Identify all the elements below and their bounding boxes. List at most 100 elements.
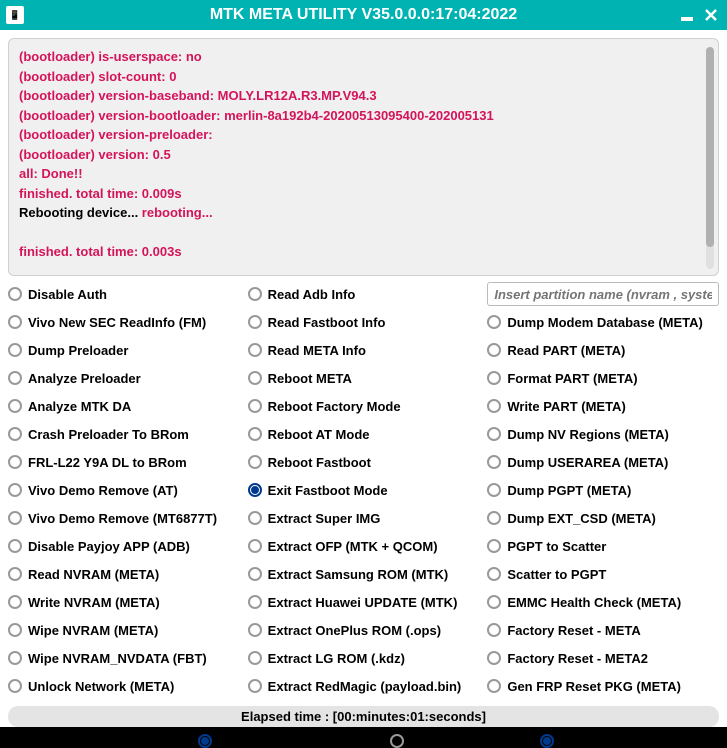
option-read-fastboot-info[interactable]: Read Fastboot Info <box>248 310 480 334</box>
option-label: Reboot Fastboot <box>268 455 371 470</box>
option-wipe-nvram-meta-[interactable]: Wipe NVRAM (META) <box>8 618 240 642</box>
radio-icon <box>487 427 501 441</box>
option-label: Wipe NVRAM_NVDATA (FBT) <box>28 651 207 666</box>
log-scroll-thumb[interactable] <box>706 47 714 247</box>
radio-icon <box>8 539 22 553</box>
radio-icon <box>8 427 22 441</box>
option-label: Dump PGPT (META) <box>507 483 631 498</box>
radio-icon <box>8 595 22 609</box>
about-button[interactable]: About <box>59 733 97 748</box>
option-label: Dump EXT_CSD (META) <box>507 511 656 526</box>
option-extract-samsung-rom-mtk-[interactable]: Extract Samsung ROM (MTK) <box>248 562 480 586</box>
option-extract-oneplus-rom-ops-[interactable]: Extract OnePlus ROM (.ops) <box>248 618 480 642</box>
titlebar: 📱 MTK META UTILITY V35.0.0.0:17:04:2022 <box>0 0 727 30</box>
option-analyze-mtk-da[interactable]: Analyze MTK DA <box>8 394 240 418</box>
option-extract-ofp-mtk-qcom-[interactable]: Extract OFP (MTK + QCOM) <box>248 534 480 558</box>
radio-icon <box>487 651 501 665</box>
radio-icon <box>248 287 262 301</box>
meta-api-radio <box>540 734 554 748</box>
radio-icon <box>8 623 22 637</box>
log-final: finished. total time: 0.003s <box>19 242 708 262</box>
option-label: Read Adb Info <box>268 287 356 302</box>
option-label: Read META Info <box>268 343 366 358</box>
option-scatter-to-pgpt[interactable]: Scatter to PGPT <box>487 562 719 586</box>
option-label: Reboot AT Mode <box>268 427 370 442</box>
option-reboot-factory-mode[interactable]: Reboot Factory Mode <box>248 394 480 418</box>
close-button[interactable] <box>701 6 721 24</box>
option-dump-pgpt-meta-[interactable]: Dump PGPT (META) <box>487 478 719 502</box>
option-label: Extract OnePlus ROM (.ops) <box>268 623 441 638</box>
radio-icon <box>487 623 501 637</box>
option-unlock-network-meta-[interactable]: Unlock Network (META) <box>8 674 240 698</box>
radio-icon <box>487 539 501 553</box>
option-label: Analyze Preloader <box>28 371 141 386</box>
option-read-part-meta-[interactable]: Read PART (META) <box>487 338 719 362</box>
option-factory-reset-meta[interactable]: Factory Reset - META <box>487 618 719 642</box>
screenshot-button[interactable]: Screenshot <box>198 733 289 748</box>
window-body: (bootloader) is-userspace: no(bootloader… <box>0 30 727 727</box>
option-dump-preloader[interactable]: Dump Preloader <box>8 338 240 362</box>
options-col-2: Read Adb Info Read Fastboot Info Read META… <box>248 282 480 698</box>
option-reboot-fastboot[interactable]: Reboot Fastboot <box>248 450 480 474</box>
minimize-button[interactable] <box>677 6 697 24</box>
option-extract-super-img[interactable]: Extract Super IMG <box>248 506 480 530</box>
option-write-nvram-meta-[interactable]: Write NVRAM (META) <box>8 590 240 614</box>
option-read-adb-info[interactable]: Read Adb Info <box>248 282 480 306</box>
option-crash-preloader-to-brom[interactable]: Crash Preloader To BRom <box>8 422 240 446</box>
option-label: Reboot Factory Mode <box>268 399 401 414</box>
log-line: finished. total time: 0.009s <box>19 184 708 204</box>
partition-input[interactable] <box>487 282 719 306</box>
option-analyze-preloader[interactable]: Analyze Preloader <box>8 366 240 390</box>
option-write-part-meta-[interactable]: Write PART (META) <box>487 394 719 418</box>
elapsed-time-bar: Elapsed time : [00:minutes:01:seconds] <box>8 706 719 727</box>
option-label: PGPT to Scatter <box>507 539 606 554</box>
radio-icon <box>487 483 501 497</box>
option-gen-frp-reset-pkg-meta-[interactable]: Gen FRP Reset PKG (META) <box>487 674 719 698</box>
radio-icon <box>487 679 501 693</box>
option-dump-ext-csd-meta-[interactable]: Dump EXT_CSD (META) <box>487 506 719 530</box>
option-vivo-new-sec-readinfo-fm-[interactable]: Vivo New SEC ReadInfo (FM) <box>8 310 240 334</box>
radio-icon <box>487 343 501 357</box>
option-disable-auth[interactable]: Disable Auth <box>8 282 240 306</box>
log-reboot-suffix: rebooting... <box>142 205 213 220</box>
radio-icon <box>248 511 262 525</box>
option-dump-userarea-meta-[interactable]: Dump USERAREA (META) <box>487 450 719 474</box>
stop-button[interactable]: Stop <box>390 733 439 748</box>
option-reboot-meta[interactable]: Reboot META <box>248 366 480 390</box>
meta-api-button[interactable]: Use META SP API <box>540 733 668 748</box>
stop-radio <box>390 734 404 748</box>
option-format-part-meta-[interactable]: Format PART (META) <box>487 366 719 390</box>
screenshot-radio <box>198 734 212 748</box>
option-dump-modem-database-meta-[interactable]: Dump Modem Database (META) <box>487 310 719 334</box>
option-wipe-nvram-nvdata-fbt-[interactable]: Wipe NVRAM_NVDATA (FBT) <box>8 646 240 670</box>
option-frl-l22-y9a-dl-to-brom[interactable]: FRL-L22 Y9A DL to BRom <box>8 450 240 474</box>
option-dump-nv-regions-meta-[interactable]: Dump NV Regions (META) <box>487 422 719 446</box>
radio-icon <box>487 595 501 609</box>
option-reboot-at-mode[interactable]: Reboot AT Mode <box>248 422 480 446</box>
option-label: Wipe NVRAM (META) <box>28 623 158 638</box>
option-extract-redmagic-payload-bin-[interactable]: Extract RedMagic (payload.bin) <box>248 674 480 698</box>
option-read-nvram-meta-[interactable]: Read NVRAM (META) <box>8 562 240 586</box>
option-vivo-demo-remove-mt6877t-[interactable]: Vivo Demo Remove (MT6877T) <box>8 506 240 530</box>
radio-icon <box>8 511 22 525</box>
option-label: Extract Samsung ROM (MTK) <box>268 567 449 582</box>
option-label: Reboot META <box>268 371 352 386</box>
option-label: Scatter to PGPT <box>507 567 606 582</box>
option-read-meta-info[interactable]: Read META Info <box>248 338 480 362</box>
radio-icon <box>248 315 262 329</box>
radio-icon <box>248 371 262 385</box>
option-exit-fastboot-mode[interactable]: Exit Fastboot Mode <box>248 478 480 502</box>
option-extract-lg-rom-kdz-[interactable]: Extract LG ROM (.kdz) <box>248 646 480 670</box>
option-extract-huawei-update-mtk-[interactable]: Extract Huawei UPDATE (MTK) <box>248 590 480 614</box>
option-vivo-demo-remove-at-[interactable]: Vivo Demo Remove (AT) <box>8 478 240 502</box>
option-label: Extract RedMagic (payload.bin) <box>268 679 462 694</box>
radio-icon <box>248 567 262 581</box>
option-disable-payjoy-app-adb-[interactable]: Disable Payjoy APP (ADB) <box>8 534 240 558</box>
radio-icon <box>487 315 501 329</box>
option-factory-reset-meta2[interactable]: Factory Reset - META2 <box>487 646 719 670</box>
about-label: About <box>59 733 97 748</box>
radio-icon <box>487 511 501 525</box>
option-emmc-health-check-meta-[interactable]: EMMC Health Check (META) <box>487 590 719 614</box>
option-label: Dump Modem Database (META) <box>507 315 703 330</box>
option-pgpt-to-scatter[interactable]: PGPT to Scatter <box>487 534 719 558</box>
